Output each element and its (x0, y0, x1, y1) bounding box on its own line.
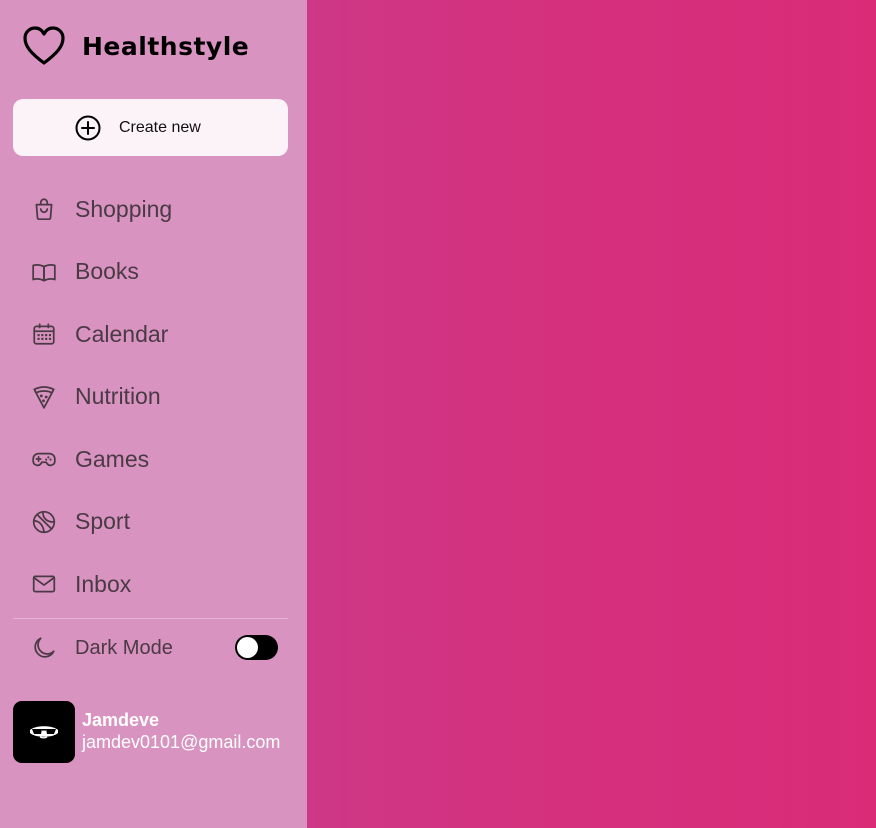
brand-title: Healthstyle (82, 31, 250, 61)
sidebar-item-inbox[interactable]: Inbox (0, 553, 307, 616)
avatar (13, 701, 75, 763)
gamepad-icon (31, 446, 57, 472)
create-new-label: Create new (119, 118, 201, 136)
main-content (307, 0, 876, 828)
sidebar-item-label: Sport (75, 508, 130, 535)
book-icon (31, 259, 57, 285)
user-text: Jamdeve jamdev0101@gmail.com (82, 709, 280, 753)
sidebar-divider (13, 618, 288, 619)
sidebar-item-sport[interactable]: Sport (0, 491, 307, 554)
create-new-button[interactable]: Create new (13, 99, 288, 156)
brand[interactable]: Healthstyle (22, 25, 249, 67)
sidebar-item-label: Nutrition (75, 383, 161, 410)
sidebar-nav: Shopping Books Calendar Nutrition Games … (0, 178, 307, 616)
dark-mode-toggle[interactable] (235, 635, 278, 660)
sidebar-item-label: Inbox (75, 570, 132, 597)
dark-mode-label: Dark Mode (75, 636, 173, 659)
calendar-icon (31, 321, 57, 347)
shopping-bag-icon (31, 196, 57, 222)
sidebar-item-label: Calendar (75, 320, 169, 347)
sidebar-item-games[interactable]: Games (0, 428, 307, 491)
pizza-icon (31, 384, 57, 410)
sidebar-item-calendar[interactable]: Calendar (0, 303, 307, 366)
avatar-sunglasses-icon (27, 722, 61, 742)
moon-icon (31, 635, 57, 661)
plus-circle-icon (74, 114, 102, 142)
user-name: Jamdeve (82, 710, 160, 730)
toggle-knob (237, 637, 258, 658)
dark-mode-row: Dark Mode (31, 632, 281, 664)
user-email: jamdev0101@gmail.com (82, 732, 281, 752)
sidebar-item-label: Games (75, 445, 150, 472)
ball-icon (31, 509, 57, 535)
sidebar-item-shopping[interactable]: Shopping (0, 178, 307, 241)
heart-icon (22, 25, 66, 67)
sidebar: Healthstyle Create new Shopping Books Ca… (0, 0, 307, 828)
mail-icon (31, 571, 57, 597)
sidebar-item-label: Books (75, 258, 139, 285)
sidebar-item-nutrition[interactable]: Nutrition (0, 366, 307, 429)
sidebar-item-label: Shopping (75, 195, 173, 222)
user-profile[interactable]: Jamdeve jamdev0101@gmail.com (13, 701, 280, 763)
sidebar-item-books[interactable]: Books (0, 241, 307, 304)
